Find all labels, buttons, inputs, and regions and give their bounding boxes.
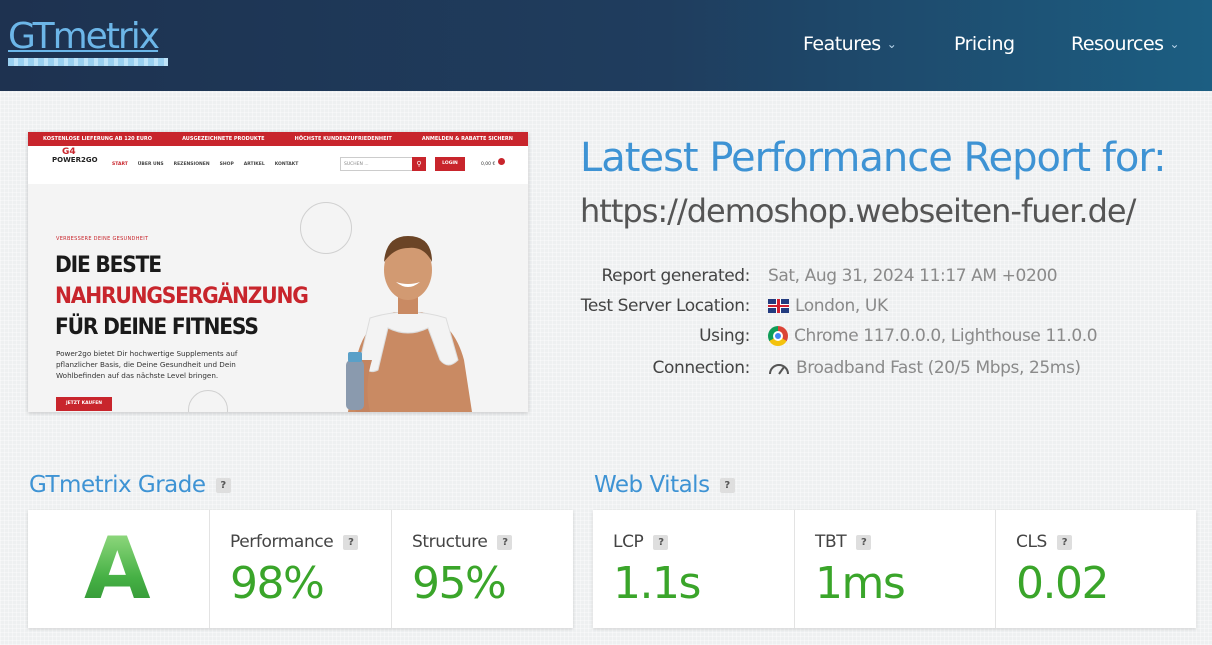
tbt-label: TBT ?	[815, 532, 872, 552]
help-icon[interactable]: ?	[343, 534, 359, 550]
topbar-item: ANMELDEN & RABATTE SICHERN	[421, 136, 513, 142]
meta-using: Using: Chrome 117.0.0.0, Lighthouse 11.0…	[560, 326, 1200, 350]
meta-value: London, UK	[768, 296, 888, 316]
metric-label: Performance	[230, 532, 334, 552]
nav-resources[interactable]: Resources ⌄	[1071, 30, 1180, 58]
help-icon[interactable]: ?	[856, 534, 872, 550]
structure-cell: Structure ? 95%	[391, 510, 573, 628]
meta-value: Chrome 117.0.0.0, Lighthouse 11.0.0	[768, 326, 1098, 346]
headline-line: FÜR DEINE FITNESS	[55, 315, 259, 340]
page-screenshot[interactable]: KOSTENLOSE LIEFERUNG AB 120 EURO AUSGEZE…	[28, 132, 528, 412]
nav-resources-label: Resources	[1071, 33, 1164, 55]
screenshot-login-button: LOGIN	[435, 157, 465, 171]
grade-letter: A	[84, 519, 151, 619]
help-icon[interactable]: ?	[215, 477, 231, 493]
web-vitals-heading: Web Vitals ?	[594, 472, 735, 498]
headline-line: DIE BESTE	[55, 253, 162, 278]
meta-value-text: Sat, Aug 31, 2024 11:17 AM +0200	[768, 266, 1058, 286]
cls-value: 0.02	[1016, 558, 1109, 609]
meta-key: Connection:	[652, 358, 750, 378]
nav-features-label: Features	[803, 33, 881, 55]
lcp-label: LCP ?	[613, 532, 669, 552]
web-vitals-card: LCP ? 1.1s TBT ? 1ms CLS ? 0.02	[593, 510, 1196, 628]
screenshot-menu-item: ARTIKEL	[243, 162, 265, 167]
help-icon[interactable]: ?	[497, 534, 513, 550]
athlete-illustration	[346, 236, 472, 412]
cls-label: CLS ?	[1016, 532, 1072, 552]
grade-card: A Performance ? 98% Structure ? 95%	[28, 510, 573, 628]
brand-name: POWER2GO	[52, 156, 98, 164]
screenshot-brand: G4 POWER2GO	[52, 147, 98, 164]
metric-label: TBT	[815, 532, 847, 552]
report-title: Latest Performance Report for:	[580, 135, 1167, 181]
chevron-down-icon: ⌄	[886, 37, 897, 51]
help-icon[interactable]: ?	[653, 534, 669, 550]
screenshot-menu-item: ÜBER UNS	[137, 162, 164, 167]
structure-label: Structure ?	[412, 532, 513, 552]
metric-label: LCP	[613, 532, 644, 552]
headline-line: NAHRUNGSERGÄNZUNG	[55, 284, 309, 309]
performance-value: 98%	[230, 558, 325, 609]
screenshot-menu-item: KONTAKT	[274, 162, 299, 167]
report-url[interactable]: https://demoshop.webseiten-fuer.de/	[580, 190, 1200, 232]
grade-cell: A	[28, 510, 209, 628]
meta-value-text: Chrome 117.0.0.0, Lighthouse 11.0.0	[794, 326, 1098, 346]
section-title: Web Vitals	[594, 472, 710, 498]
logo-underline-decoration	[8, 58, 168, 66]
screenshot-navbar: G4 POWER2GO START ÜBER UNS REZENSIONEN S…	[28, 146, 528, 184]
meta-key: Test Server Location:	[580, 296, 751, 316]
tbt-cell: TBT ? 1ms	[794, 510, 995, 628]
section-title: GTmetrix Grade	[29, 472, 206, 498]
meta-value: Broadband Fast (20/5 Mbps, 25ms)	[768, 358, 1081, 378]
gtmetrix-logo[interactable]: GTmetrix	[8, 16, 160, 58]
topbar-item: AUSGEZEICHNETE PRODUKTE	[182, 136, 265, 142]
screenshot-cta-button: JETZT KAUFEN	[56, 397, 112, 411]
meta-report-generated: Report generated: Sat, Aug 31, 2024 11:1…	[560, 266, 1200, 290]
performance-label: Performance ?	[230, 532, 359, 552]
chrome-icon	[768, 326, 788, 346]
nav-pricing-label: Pricing	[954, 33, 1015, 55]
topbar-item: KOSTENLOSE LIEFERUNG AB 120 EURO	[43, 136, 152, 142]
uk-flag-icon	[768, 299, 789, 313]
screenshot-menu-item: SHOP	[219, 162, 234, 167]
screenshot-menu-item: REZENSIONEN	[173, 162, 210, 167]
brand-mark-icon: G4	[62, 147, 76, 157]
metric-label: Structure	[412, 532, 488, 552]
cls-cell: CLS ? 0.02	[995, 510, 1196, 628]
meta-key: Report generated:	[601, 266, 751, 286]
topbar-item: HÖCHSTE KUNDENZUFRIEDENHEIT	[294, 136, 392, 142]
speed-gauge-icon	[769, 364, 789, 375]
meta-connection: Connection: Broadband Fast (20/5 Mbps, 2…	[560, 358, 1200, 382]
meta-value-text: London, UK	[795, 296, 888, 316]
screenshot-kicker: VERBESSERE DEINE GESUNDHEIT	[56, 236, 149, 242]
screenshot-menu-item: START	[112, 162, 128, 167]
gtmetrix-grade-heading: GTmetrix Grade ?	[29, 472, 231, 498]
lcp-value: 1.1s	[613, 558, 701, 609]
screenshot-paragraph: Power2go bietet Dir hochwertige Suppleme…	[56, 349, 238, 380]
screenshot-headline: DIE BESTE NAHRUNGSERGÄNZUNG FÜR DEINE FI…	[55, 250, 309, 343]
tbt-value: 1ms	[815, 558, 906, 609]
meta-value-text: Broadband Fast (20/5 Mbps, 25ms)	[796, 358, 1081, 378]
chevron-down-icon: ⌄	[1169, 37, 1180, 51]
meta-key: Using:	[699, 326, 750, 346]
screenshot-menu: START ÜBER UNS REZENSIONEN SHOP ARTIKEL …	[112, 162, 298, 167]
metric-label: CLS	[1016, 532, 1047, 552]
decorative-ring	[188, 390, 228, 412]
nav-pricing[interactable]: Pricing	[954, 30, 1015, 58]
nav-features[interactable]: Features ⌄	[803, 30, 897, 58]
help-icon[interactable]: ?	[719, 477, 735, 493]
meta-test-server-location: Test Server Location: London, UK	[560, 296, 1200, 320]
meta-value: Sat, Aug 31, 2024 11:17 AM +0200	[768, 266, 1058, 286]
lcp-cell: LCP ? 1.1s	[593, 510, 794, 628]
site-header: GTmetrix Features ⌄ Pricing Resources ⌄	[0, 0, 1212, 91]
performance-cell: Performance ? 98%	[209, 510, 391, 628]
structure-value: 95%	[412, 558, 507, 609]
screenshot-topbar: KOSTENLOSE LIEFERUNG AB 120 EURO AUSGEZE…	[28, 132, 528, 146]
cart-badge	[498, 158, 505, 165]
help-icon[interactable]: ?	[1056, 534, 1072, 550]
screenshot-cart: 0,00 €	[481, 162, 496, 167]
search-icon: ⚲	[412, 157, 426, 171]
